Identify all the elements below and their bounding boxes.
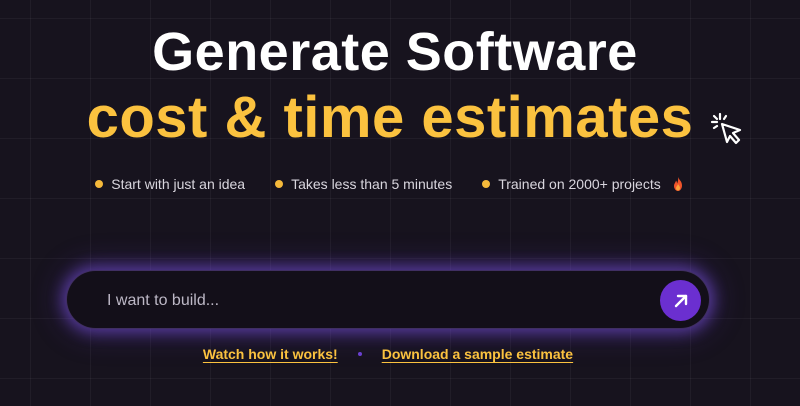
watch-how-it-works-link[interactable]: Watch how it works!	[203, 346, 338, 362]
link-row: Watch how it works! Download a sample es…	[0, 346, 776, 362]
build-input-container	[66, 270, 710, 330]
fire-icon	[673, 177, 682, 191]
build-idea-input[interactable]	[107, 271, 647, 330]
feature-item: Trained on 2000+ projects	[482, 176, 685, 192]
feature-label: Start with just an idea	[111, 176, 246, 192]
feature-list: Start with just an idea Takes less than …	[0, 176, 780, 192]
feature-item: Takes less than 5 minutes	[275, 176, 452, 192]
bullet-dot	[482, 180, 491, 188]
link-separator-dot	[357, 352, 362, 356]
feature-label: Takes less than 5 minutes	[291, 176, 453, 192]
feature-label: Trained on 2000+ projects	[498, 176, 661, 192]
bullet-dot	[95, 180, 104, 188]
download-sample-estimate-link[interactable]: Download a sample estimate	[382, 346, 573, 362]
hero-section: Generate Software cost & time estimates …	[0, 0, 800, 406]
arrow-up-right-icon	[674, 294, 687, 307]
click-cursor-icon	[710, 112, 742, 145]
bullet-dot	[275, 180, 284, 188]
hero-title-line1: Generate Software	[152, 22, 638, 82]
submit-button[interactable]	[660, 280, 701, 321]
hero-title-line2: cost & time estimates	[86, 85, 694, 150]
feature-item: Start with just an idea	[95, 176, 245, 192]
